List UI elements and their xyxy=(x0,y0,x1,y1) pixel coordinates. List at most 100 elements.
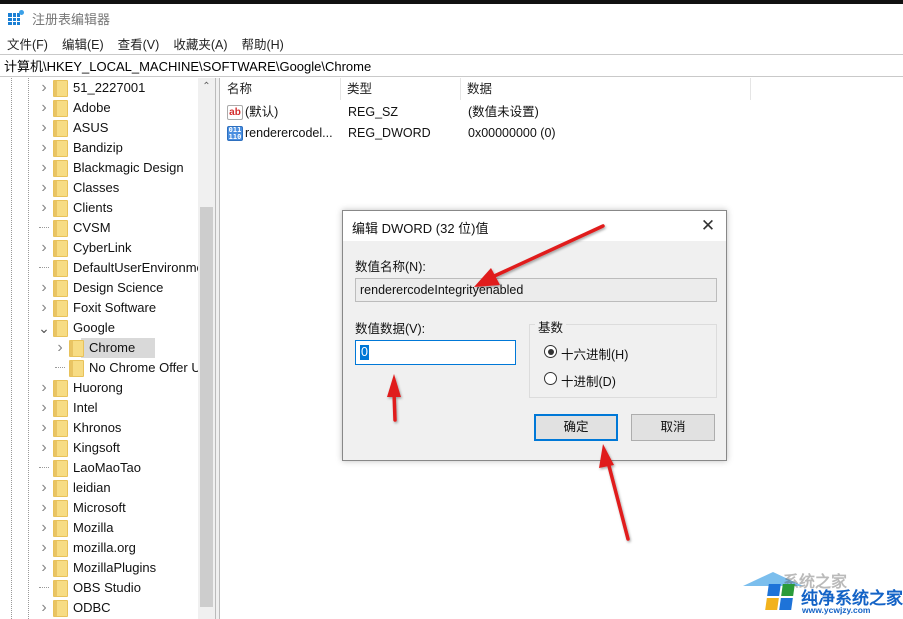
tree-item-label: Design Science xyxy=(73,280,164,295)
column-data[interactable]: 数据 xyxy=(461,78,751,100)
tree-connector xyxy=(55,358,65,368)
pane-splitter[interactable] xyxy=(216,78,220,619)
tree-item[interactable]: › MozillaPlugins xyxy=(0,558,200,578)
chevron-right-icon[interactable]: › xyxy=(39,98,49,118)
tree-item-label: Blackmagic Design xyxy=(73,160,184,175)
hex-radio-label[interactable]: 十六进制(H) xyxy=(561,344,628,363)
tree-item[interactable]: › Bandizip xyxy=(0,138,200,158)
scrollbar-thumb[interactable] xyxy=(200,207,213,607)
value-row[interactable]: 011 110 renderercodel... REG_DWORD 0x0000… xyxy=(221,123,903,144)
tree-item[interactable]: ⌄ Google xyxy=(0,318,200,338)
tree-item[interactable]: › 51_2227001 xyxy=(0,78,200,98)
chevron-right-icon[interactable]: › xyxy=(39,138,49,158)
tree-item[interactable]: › Adobe xyxy=(0,98,200,118)
chevron-right-icon[interactable]: › xyxy=(39,418,49,438)
tree-item[interactable]: › Design Science xyxy=(0,278,200,298)
tree-item[interactable]: › ODBC xyxy=(0,598,200,618)
chevron-right-icon[interactable]: › xyxy=(39,298,49,318)
decimal-radio-label[interactable]: 十进制(D) xyxy=(561,371,616,390)
column-name[interactable]: 名称 xyxy=(221,78,341,100)
tree-item[interactable]: › Microsoft xyxy=(0,498,200,518)
folder-icon xyxy=(53,220,68,237)
folder-icon xyxy=(53,180,68,197)
menu-favorites[interactable]: 收藏夹(A) xyxy=(166,34,234,53)
ok-button[interactable]: 确定 xyxy=(534,414,618,441)
folder-icon xyxy=(53,200,68,217)
chevron-down-icon[interactable]: ⌄ xyxy=(38,318,50,338)
chevron-right-icon[interactable]: › xyxy=(39,278,49,298)
tree-item-label: 51_2227001 xyxy=(73,80,146,95)
chevron-right-icon[interactable]: › xyxy=(39,438,49,458)
tree-item[interactable]: › CyberLink xyxy=(0,238,200,258)
tree-item[interactable]: CVSM xyxy=(0,218,200,238)
value-data-label: 数值数据(V): xyxy=(355,322,426,336)
tree-item[interactable]: › Khronos xyxy=(0,418,200,438)
column-type[interactable]: 类型 xyxy=(341,78,461,100)
folder-icon xyxy=(69,360,84,377)
tree-item[interactable]: › mozilla.org xyxy=(0,538,200,558)
tree-item-label: OBS Studio xyxy=(73,580,141,595)
tree-item[interactable]: OBS Studio xyxy=(0,578,200,598)
scroll-up-arrow-icon[interactable]: ⌃ xyxy=(198,78,215,95)
windows-logo-icon xyxy=(765,584,795,610)
tree-item[interactable]: DefaultUserEnvironment xyxy=(0,258,215,278)
chevron-right-icon[interactable]: › xyxy=(39,158,49,178)
close-icon[interactable]: ✕ xyxy=(698,216,718,236)
chevron-right-icon[interactable]: › xyxy=(39,518,49,538)
address-bar[interactable]: 计算机\HKEY_LOCAL_MACHINE\SOFTWARE\Google\C… xyxy=(0,54,903,77)
value-row[interactable]: ab (默认) REG_SZ (数值未设置) xyxy=(221,102,903,123)
folder-icon xyxy=(53,80,68,97)
tree-item[interactable]: › Chrome xyxy=(0,338,200,358)
value-data-input[interactable]: 0 xyxy=(355,340,516,365)
dialog-title-bar[interactable]: 编辑 DWORD (32 位)值 ✕ xyxy=(343,211,726,241)
address-path[interactable]: 计算机\HKEY_LOCAL_MACHINE\SOFTWARE\Google\C… xyxy=(4,56,371,75)
value-name-label: 数值名称(N): xyxy=(355,260,426,274)
value-type: REG_SZ xyxy=(348,105,399,119)
chevron-right-icon[interactable]: › xyxy=(39,598,49,618)
tree-item[interactable]: › Blackmagic Design xyxy=(0,158,200,178)
logo-tile xyxy=(767,584,781,596)
tree-item[interactable]: › Intel xyxy=(0,398,200,418)
menu-edit[interactable]: 编辑(E) xyxy=(55,34,111,53)
decimal-radio[interactable] xyxy=(544,372,557,385)
chevron-right-icon[interactable]: › xyxy=(39,378,49,398)
tree-item-label: CyberLink xyxy=(73,240,132,255)
tree-item[interactable]: › leidian xyxy=(0,478,200,498)
cancel-button[interactable]: 取消 xyxy=(631,414,715,441)
chevron-right-icon[interactable]: › xyxy=(39,198,49,218)
chevron-right-icon[interactable]: › xyxy=(39,538,49,558)
tree-item[interactable]: › Classes xyxy=(0,178,200,198)
menu-file[interactable]: 文件(F) xyxy=(0,34,55,53)
tree-item[interactable]: › Kingsoft xyxy=(0,438,200,458)
tree-item[interactable]: No Chrome Offer Until xyxy=(0,358,215,378)
tree-item[interactable]: › ASUS xyxy=(0,118,200,138)
tree-item[interactable]: › Huorong xyxy=(0,378,200,398)
hex-radio[interactable] xyxy=(544,345,557,358)
folder-icon xyxy=(53,100,68,117)
tree-item[interactable]: › Clients xyxy=(0,198,200,218)
chevron-right-icon[interactable]: › xyxy=(39,238,49,258)
tree-connector xyxy=(39,258,49,268)
chevron-right-icon[interactable]: › xyxy=(39,558,49,578)
chevron-right-icon[interactable]: › xyxy=(39,498,49,518)
tree-item-label: No Chrome Offer Until xyxy=(89,360,216,375)
tree-item[interactable]: LaoMaoTao xyxy=(0,458,200,478)
tree-item[interactable]: › Foxit Software xyxy=(0,298,200,318)
tree-item-label: Huorong xyxy=(73,380,123,395)
value-data: 0x00000000 (0) xyxy=(468,126,556,140)
logo-tile xyxy=(781,584,795,596)
chevron-right-icon[interactable]: › xyxy=(55,338,65,358)
menu-help[interactable]: 帮助(H) xyxy=(234,34,290,53)
menu-view[interactable]: 查看(V) xyxy=(111,34,167,53)
chevron-right-icon[interactable]: › xyxy=(39,118,49,138)
folder-icon xyxy=(69,340,84,357)
tree-item[interactable]: › Mozilla xyxy=(0,518,200,538)
tree-item-label: CVSM xyxy=(73,220,111,235)
chevron-right-icon[interactable]: › xyxy=(39,478,49,498)
chevron-right-icon[interactable]: › xyxy=(39,398,49,418)
tree-item-label: Chrome xyxy=(89,340,136,355)
chevron-right-icon[interactable]: › xyxy=(39,178,49,198)
tree-scrollbar[interactable]: ⌃ xyxy=(198,78,215,619)
registry-tree: › 51_2227001 › Adobe › ASUS › Bandizip › Blackmag… xyxy=(0,78,216,619)
chevron-right-icon[interactable]: › xyxy=(39,78,49,98)
